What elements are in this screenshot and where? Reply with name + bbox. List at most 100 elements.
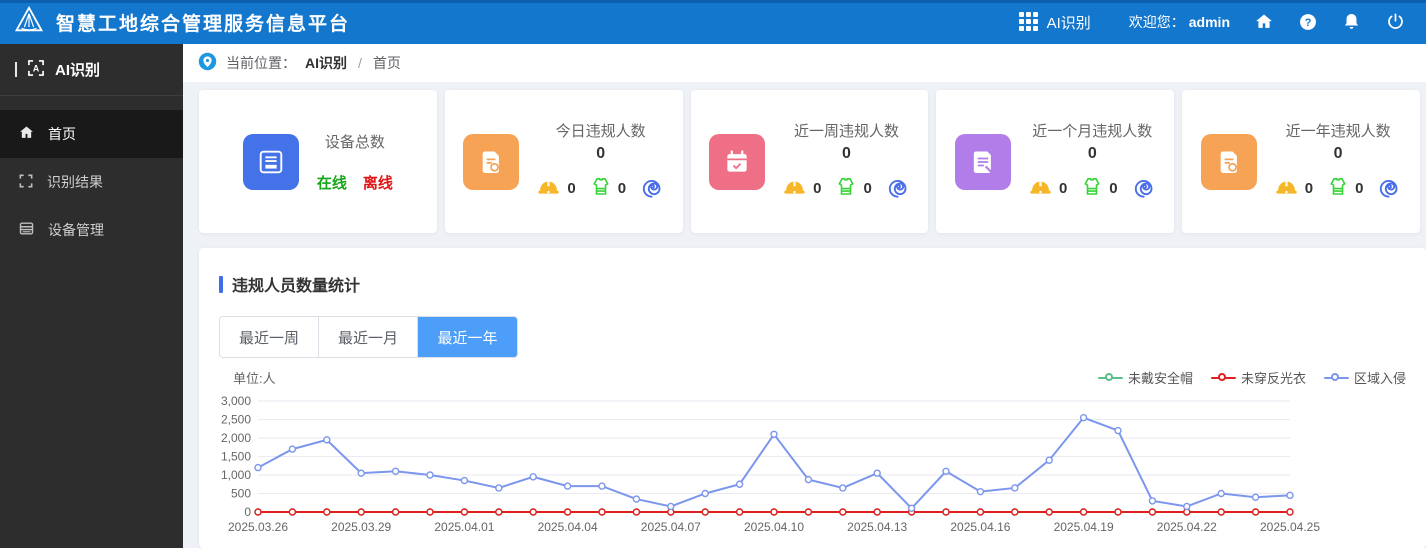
document-report-icon [1200, 133, 1257, 190]
svg-text:2,500: 2,500 [221, 413, 251, 427]
svg-text:A: A [33, 63, 40, 73]
sidebar-item-label: 设备管理 [48, 222, 104, 238]
tab-last-week[interactable]: 最近一周 [220, 317, 319, 357]
svg-text:2,000: 2,000 [221, 431, 251, 445]
helmet-icon [537, 177, 560, 200]
legend-item-helmet[interactable]: 未戴安全帽 [1097, 368, 1193, 387]
device-box-icon [242, 133, 299, 190]
card-violations-week: 近一周违规人数 0 0 0 [690, 90, 929, 233]
sidebar-title: AI识别 [55, 62, 101, 79]
sidebar: A AI识别 首页 识别结果 设备管理 [0, 44, 183, 548]
helmet-icon [1275, 177, 1298, 200]
intrusion-spiral-icon [887, 175, 910, 203]
vest-violation-count: 0 [617, 180, 627, 198]
document-report-icon [463, 133, 520, 190]
intrusion-spiral-icon [1378, 175, 1401, 203]
top-header-bar: 智慧工地综合管理服务信息平台 AI识别 欢迎您： admin ? [0, 0, 1426, 44]
legend-item-vest[interactable]: 未穿反光衣 [1210, 368, 1306, 387]
svg-text:1,500: 1,500 [221, 450, 251, 464]
violations-chart-panel: 违规人员数量统计 最近一周 最近一月 最近一年 单位:人 未戴安全帽 未穿反光衣 [199, 248, 1426, 548]
help-icon[interactable]: ? [1298, 12, 1318, 32]
main-content: 当前位置： AI识别 / 首页 设备总数 在线 离线 今日违规人数 0 0 0 … [183, 44, 1426, 548]
vest-violation-count: 0 [1109, 180, 1118, 198]
svg-text:2025.04.01: 2025.04.01 [434, 520, 494, 534]
nav-app-switcher[interactable]: AI识别 [1018, 12, 1091, 33]
sidebar-item-device-management[interactable]: 设备管理 [0, 206, 183, 254]
card-title: 近一个月违规人数 [1032, 123, 1153, 141]
vest-icon [1082, 176, 1102, 202]
online-status-label: 在线 [316, 174, 347, 192]
svg-text:3,000: 3,000 [221, 394, 251, 408]
intrusion-spiral-icon [641, 175, 664, 203]
location-pin-icon [198, 52, 217, 74]
breadcrumb-current[interactable]: 首页 [373, 53, 401, 73]
svg-text:?: ? [1305, 17, 1312, 29]
time-range-tabs: 最近一周 最近一月 最近一年 [219, 316, 518, 358]
sidebar-item-home[interactable]: 首页 [0, 110, 183, 158]
y-axis-unit-label: 单位:人 [233, 371, 276, 386]
intrusion-spiral-icon [1133, 175, 1156, 203]
vest-icon [1328, 176, 1348, 202]
violations-total: 0 [596, 145, 606, 163]
legend-line-marker [1210, 372, 1236, 383]
collapse-handle-icon[interactable] [15, 62, 17, 77]
logout-power-icon[interactable] [1386, 12, 1406, 32]
sidebar-header: A AI识别 [0, 44, 183, 96]
helmet-violation-count: 0 [1304, 180, 1314, 198]
breadcrumb-root[interactable]: AI识别 [305, 53, 347, 73]
svg-text:2025.03.29: 2025.03.29 [331, 520, 391, 534]
vest-violation-count: 0 [1355, 180, 1364, 198]
svg-text:500: 500 [231, 487, 251, 501]
card-device-total: 设备总数 在线 离线 [199, 90, 437, 233]
notifications-bell-icon[interactable] [1342, 12, 1362, 32]
breadcrumb: 当前位置： AI识别 / 首页 [183, 44, 1426, 82]
svg-text:2025.04.13: 2025.04.13 [847, 520, 907, 534]
sidebar-item-recognition-results[interactable]: 识别结果 [0, 158, 183, 206]
sidebar-item-label: 首页 [48, 126, 76, 142]
card-title: 设备总数 [324, 133, 385, 151]
username: admin [1188, 14, 1230, 30]
stat-cards-row: 设备总数 在线 离线 今日违规人数 0 0 0 近一周违规人数 0 0 0 近一… [183, 90, 1426, 233]
helmet-icon [1029, 177, 1052, 200]
home-icon [18, 124, 35, 144]
card-title: 近一周违规人数 [793, 123, 899, 141]
helmet-violation-count: 0 [813, 180, 822, 198]
sidebar-item-label: 识别结果 [47, 174, 103, 190]
violations-total: 0 [1087, 145, 1097, 163]
svg-text:1,000: 1,000 [221, 468, 251, 482]
violations-total: 0 [1333, 145, 1343, 163]
svg-text:2025.04.07: 2025.04.07 [641, 520, 701, 534]
svg-text:2025.04.04: 2025.04.04 [538, 520, 598, 534]
tab-last-year[interactable]: 最近一年 [418, 317, 517, 357]
legend-item-intrusion[interactable]: 区域入侵 [1323, 368, 1406, 387]
legend-line-marker [1097, 372, 1123, 383]
card-violations-today: 今日违规人数 0 0 0 [444, 90, 683, 233]
home-icon[interactable] [1254, 12, 1274, 32]
document-list-icon [954, 133, 1011, 190]
card-title: 近一年违规人数 [1285, 123, 1391, 141]
helmet-icon [783, 177, 806, 200]
apps-grid-icon [1018, 12, 1039, 32]
svg-text:2025.04.10: 2025.04.10 [744, 520, 804, 534]
legend-line-marker [1323, 372, 1349, 383]
tab-last-month[interactable]: 最近一月 [319, 317, 418, 357]
breadcrumb-prefix: 当前位置： [226, 55, 296, 71]
card-violations-year: 近一年违规人数 0 0 0 [1182, 90, 1420, 233]
violations-line-chart: 0 500 1,000 1,500 2,000 2,500 3,000 2025.03.26 2… [221, 394, 1320, 534]
scan-brackets-icon [18, 173, 34, 192]
card-title: 今日违规人数 [555, 123, 646, 141]
title-accent-bar [219, 275, 223, 293]
platform-title: 智慧工地综合管理服务信息平台 [56, 13, 351, 35]
svg-text:2025.03.26: 2025.03.26 [228, 520, 288, 534]
svg-text:2025.04.19: 2025.04.19 [1054, 520, 1114, 534]
chart-legend: 未戴安全帽 未穿反光衣 区域入侵 [1097, 368, 1406, 387]
vest-icon [836, 176, 856, 202]
svg-text:2025.04.16: 2025.04.16 [950, 520, 1010, 534]
ai-scan-icon: A [26, 58, 46, 82]
helmet-violation-count: 0 [1058, 180, 1068, 198]
svg-text:2025.04.22: 2025.04.22 [1157, 520, 1217, 534]
vest-violation-count: 0 [863, 180, 872, 198]
violations-total: 0 [842, 145, 851, 163]
nav-app-label: AI识别 [1046, 14, 1091, 32]
platform-logo-icon [14, 5, 44, 38]
